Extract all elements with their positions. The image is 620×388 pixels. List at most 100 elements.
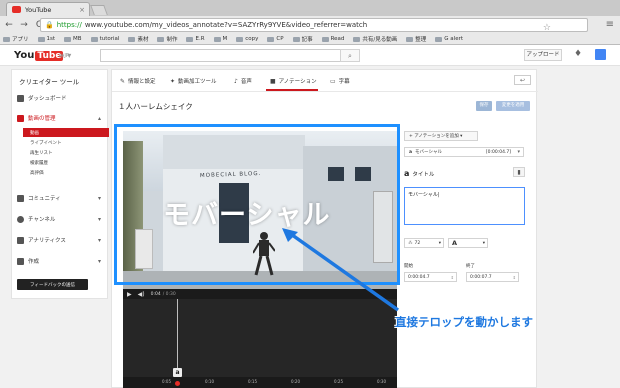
sidebar-item-dashboard[interactable]: ダッシュボード (17, 92, 105, 104)
url-text: www.youtube.com/my_videos_annotate?v=SAZ… (84, 21, 368, 29)
publish-button[interactable]: 変更を適用 (496, 101, 530, 111)
bookmark-item[interactable]: 1st (37, 36, 56, 42)
sidebar-item-community[interactable]: コミュニティ ▾ (17, 192, 105, 204)
bookmark-item[interactable]: G alert (435, 36, 463, 42)
sidebar-item-label: 作成 (28, 259, 40, 265)
selected-annotation-time: [0:00:04.7] (485, 149, 511, 155)
feedback-button[interactable]: フィードバックの送信 (17, 279, 88, 290)
title-type-icon: a (404, 169, 410, 178)
bookmark-item[interactable]: tutorial (90, 36, 120, 42)
timeline-tick-label: 0:10 (205, 379, 214, 384)
tab-label: 動画加工ツール (178, 79, 217, 85)
sidebar-item-create[interactable]: 作成 ▾ (17, 255, 105, 267)
sidebar-subitem-likes[interactable]: 高評価 (28, 168, 112, 177)
create-icon (17, 257, 24, 265)
font-size-select[interactable]: ⁂ 72 ▾ (404, 238, 444, 248)
analytics-icon (17, 236, 24, 244)
upload-button[interactable]: アップロード (524, 49, 562, 61)
annotation-marker[interactable]: a (173, 368, 182, 377)
folder-icon (321, 36, 329, 42)
chevron-down-icon: ▾ (97, 236, 101, 244)
sidebar-item-analytics[interactable]: アナリティクス ▾ (17, 234, 105, 246)
search-input[interactable] (100, 49, 360, 62)
folder-icon (406, 36, 414, 42)
forward-icon[interactable]: → (18, 20, 30, 30)
video-title: １人ハーレムシェイク (118, 102, 193, 111)
annotation-select[interactable]: a モバーシャル [0:00:04.7] ▾ (404, 147, 524, 157)
browser-tabstrip: YouTube × (0, 0, 620, 16)
active-tab-indicator (266, 89, 318, 91)
sidebar-item-channel[interactable]: チャンネル ▾ (17, 213, 105, 225)
end-time-input[interactable]: 0:00:07.7 ⇕ (466, 272, 519, 282)
undo-button[interactable]: ↩ (514, 75, 531, 85)
bookmark-label: アプリ (12, 37, 29, 43)
stepper-icon[interactable]: ⇕ (513, 275, 516, 280)
folder-icon (157, 36, 165, 42)
start-label: 開始 (404, 264, 413, 269)
bookmark-label: 1st (46, 36, 56, 42)
bookmark-label: tutorial (99, 36, 120, 42)
bookmark-item[interactable]: 素材 (128, 35, 148, 43)
tab-label: 情報と設定 (128, 79, 156, 85)
sidebar-subitem-live[interactable]: ライブイベント (28, 138, 112, 147)
sidebar-subitem-videos[interactable]: 動画 (23, 128, 109, 137)
tab-label: 字幕 (338, 79, 350, 85)
save-button[interactable]: 保存 (476, 101, 492, 111)
annotation-text-field[interactable]: モバーシャル| (404, 187, 525, 225)
browser-tab[interactable]: YouTube × (6, 2, 90, 16)
bookmark-item[interactable]: Read (321, 36, 344, 42)
callout-caption: 直接テロップを動かします (395, 315, 533, 329)
bookmark-item[interactable]: E.R (186, 36, 205, 42)
folder-icon (213, 36, 221, 42)
creator-studio-sidebar: クリエイター ツール ダッシュボード 動画の管理 ▴ 動画 ライブイベント 再生… (11, 69, 109, 299)
bookmark-item[interactable]: 整理 (406, 35, 426, 43)
sidebar-subitem-search-history[interactable]: 検索履歴 (28, 158, 112, 167)
avatar[interactable] (595, 49, 606, 60)
sidebar-item-video-manager[interactable]: 動画の管理 ▴ (17, 112, 105, 124)
bell-icon[interactable]: ♦ (574, 49, 582, 59)
browser-menu-icon[interactable]: ≡ (606, 19, 614, 30)
tab-annotations[interactable]: ■ アノテーション (270, 77, 317, 86)
back-icon[interactable]: ← (3, 20, 15, 30)
bookmark-item[interactable]: アプリ (3, 35, 29, 43)
youtube-header: You Tube JP ≡ ▾ ⌕ アップロード ♦ (0, 45, 620, 66)
add-annotation-label: アノテーションを追加 (414, 134, 459, 139)
apps-icon (3, 36, 10, 42)
bookmark-item[interactable]: CP (267, 36, 284, 42)
title-type-icon: a (409, 149, 413, 155)
tab-audio[interactable]: ♪ 音声 (234, 77, 252, 86)
timeline-tick-label: 0:20 (291, 379, 300, 384)
callout-arrow (282, 228, 400, 312)
tab-subtitles[interactable]: ▭ 字幕 (330, 77, 350, 86)
volume-icon[interactable]: ◀) (138, 291, 145, 298)
bookmark-item[interactable]: 記事 (292, 35, 313, 43)
new-tab-button[interactable] (90, 5, 108, 15)
search-button[interactable]: ⌕ (340, 49, 360, 62)
start-time-input[interactable]: 0:00:04.7 ⇕ (404, 272, 457, 282)
add-annotation-button[interactable]: + アノテーションを追加 ▾ (404, 131, 478, 141)
tab-info-settings[interactable]: ✎ 情報と設定 (120, 77, 156, 86)
sidebar-item-label: ダッシュボード (28, 96, 67, 102)
bookmark-label: 整理 (415, 37, 427, 43)
bookmark-item[interactable]: 制作 (157, 35, 177, 43)
video-manager-icon (17, 114, 24, 122)
font-color-select[interactable]: A ▾ (448, 238, 488, 248)
tab-close-icon[interactable]: × (79, 6, 89, 14)
playhead[interactable] (175, 381, 180, 386)
bookmark-star-icon[interactable]: ☆ (543, 23, 551, 33)
bookmark-item[interactable]: copy (236, 36, 258, 42)
bookmark-item[interactable]: MB (64, 36, 82, 42)
music-note-icon: ♪ (234, 77, 238, 85)
address-bar[interactable]: 🔒 https://www.youtube.com/my_videos_anno… (40, 18, 588, 33)
logo-you: You (14, 50, 35, 61)
bookmark-item[interactable]: 共有/見る動画 (353, 35, 397, 43)
tab-enhancements[interactable]: ✦ 動画加工ツール (170, 77, 217, 86)
chevron-up-icon: ▴ (97, 114, 101, 122)
guide-menu-icon[interactable]: ≡ ▾ (58, 51, 71, 60)
tab-label: アノテーション (278, 79, 317, 85)
delete-annotation-button[interactable]: ▮ (513, 167, 525, 177)
bookmark-item[interactable]: M (213, 36, 227, 42)
play-icon[interactable]: ▶ (127, 291, 132, 298)
stepper-icon[interactable]: ⇕ (451, 275, 454, 280)
sidebar-subitem-playlists[interactable]: 再生リスト (28, 148, 112, 157)
